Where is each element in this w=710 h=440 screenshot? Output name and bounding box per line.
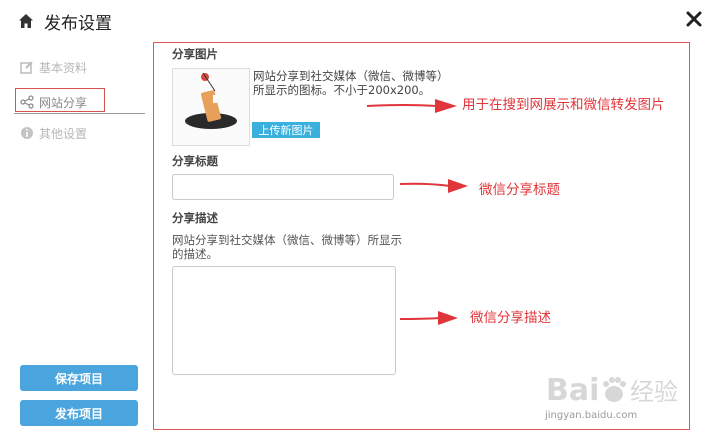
svg-text:Bai: Bai (546, 373, 599, 408)
dialog-header: 发布设置 (0, 0, 710, 40)
annotation-image-note: 用于在搜到网展示和微信转发图片 (462, 97, 665, 113)
edit-icon (20, 61, 33, 74)
sidebar-item-label: 其他设置 (39, 126, 88, 141)
svg-text:经验: 经验 (630, 378, 678, 406)
annotation-title-note: 微信分享标题 (479, 182, 560, 198)
share-icon (20, 95, 34, 109)
info-icon (21, 127, 33, 139)
annotation-description-note: 微信分享描述 (470, 310, 551, 326)
publish-project-button[interactable]: 发布项目 (20, 400, 138, 426)
share-image-thumbnail (172, 68, 250, 146)
share-title-input[interactable] (172, 174, 394, 200)
sidebar-item-site-share[interactable]: 网站分享 (20, 92, 87, 112)
sidebar-item-basic-info[interactable]: 基本资料 (20, 57, 87, 77)
sidebar-item-other-settings[interactable]: 其他设置 (20, 123, 87, 143)
home-icon (19, 14, 33, 28)
share-title-label: 分享标题 (172, 154, 218, 168)
annotation-arrow-description (399, 311, 458, 325)
watermark-url: jingyan.baidu.com (545, 410, 638, 421)
share-description-hint: 网站分享到社交媒体（微信、微博等）所显示的描述。 (172, 233, 402, 261)
sidebar: 基本资料 网站分享 其他设置 保存项目 发布项目 (0, 40, 150, 440)
sidebar-divider (14, 113, 145, 114)
sidebar-item-label: 基本资料 (39, 60, 88, 75)
sidebar-item-label: 网站分享 (39, 95, 88, 110)
share-description-input[interactable] (172, 266, 396, 375)
thumbnail-illustration (173, 69, 249, 145)
share-image-label: 分享图片 (172, 47, 218, 61)
save-project-button[interactable]: 保存项目 (20, 365, 138, 391)
dialog-title: 发布设置 (44, 14, 112, 34)
share-image-hint: 网站分享到社交媒体（微信、微博等）所显示的图标。不小于200x200。 (253, 69, 443, 97)
share-description-label: 分享描述 (172, 211, 218, 225)
close-icon[interactable] (684, 9, 704, 29)
annotation-arrow-title (399, 179, 468, 193)
annotation-arrow-image (366, 99, 457, 113)
upload-image-button[interactable]: 上传新图片 (252, 122, 320, 138)
